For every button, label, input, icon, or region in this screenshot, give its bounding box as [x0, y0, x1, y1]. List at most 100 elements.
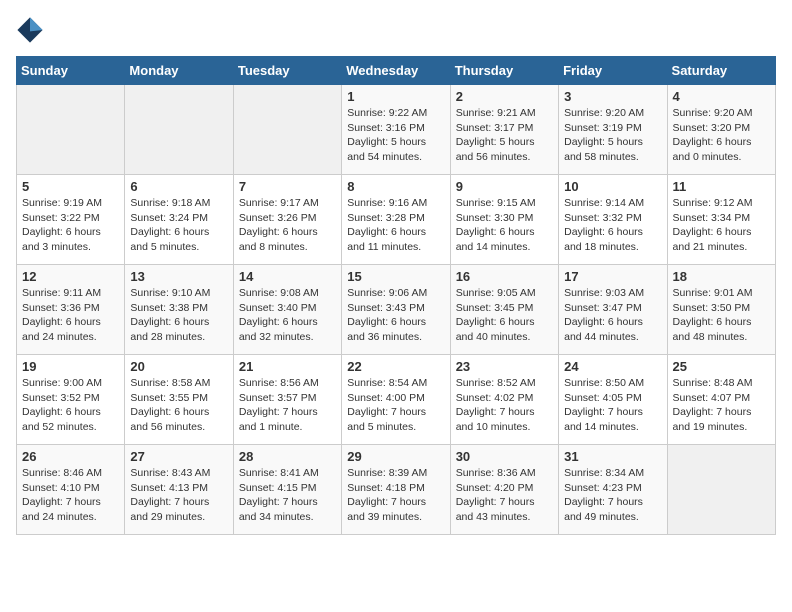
day-number: 19	[22, 359, 119, 374]
day-info: Sunrise: 9:03 AM Sunset: 3:47 PM Dayligh…	[564, 286, 661, 345]
day-cell: 12 Sunrise: 9:11 AM Sunset: 3:36 PM Dayli…	[17, 265, 125, 355]
week-row-4: 19 Sunrise: 9:00 AM Sunset: 3:52 PM Dayli…	[17, 355, 776, 445]
day-info: Sunrise: 9:22 AM Sunset: 3:16 PM Dayligh…	[347, 106, 444, 165]
col-header-friday: Friday	[559, 57, 667, 85]
col-header-saturday: Saturday	[667, 57, 775, 85]
day-info: Sunrise: 8:36 AM Sunset: 4:20 PM Dayligh…	[456, 466, 553, 525]
day-number: 28	[239, 449, 336, 464]
day-cell	[17, 85, 125, 175]
day-info: Sunrise: 9:17 AM Sunset: 3:26 PM Dayligh…	[239, 196, 336, 255]
day-cell: 20 Sunrise: 8:58 AM Sunset: 3:55 PM Dayli…	[125, 355, 233, 445]
day-info: Sunrise: 9:21 AM Sunset: 3:17 PM Dayligh…	[456, 106, 553, 165]
col-header-monday: Monday	[125, 57, 233, 85]
day-cell: 3 Sunrise: 9:20 AM Sunset: 3:19 PM Daylig…	[559, 85, 667, 175]
week-row-5: 26Sunrise: 8:46 AM Sunset: 4:10 PM Dayli…	[17, 445, 776, 535]
day-info: Sunrise: 8:56 AM Sunset: 3:57 PM Dayligh…	[239, 376, 336, 435]
week-row-1: 1 Sunrise: 9:22 AM Sunset: 3:16 PM Daylig…	[17, 85, 776, 175]
day-cell: 16 Sunrise: 9:05 AM Sunset: 3:45 PM Dayli…	[450, 265, 558, 355]
day-cell: 2 Sunrise: 9:21 AM Sunset: 3:17 PM Daylig…	[450, 85, 558, 175]
day-cell: 27 Sunrise: 8:43 AM Sunset: 4:13 PM Dayli…	[125, 445, 233, 535]
day-info: Sunrise: 9:20 AM Sunset: 3:19 PM Dayligh…	[564, 106, 661, 165]
week-row-3: 12 Sunrise: 9:11 AM Sunset: 3:36 PM Dayli…	[17, 265, 776, 355]
day-cell: 22 Sunrise: 8:54 AM Sunset: 4:00 PM Dayli…	[342, 355, 450, 445]
day-info: Sunrise: 9:18 AM Sunset: 3:24 PM Dayligh…	[130, 196, 227, 255]
day-number: 9	[456, 179, 553, 194]
header-row: SundayMondayTuesdayWednesdayThursdayFrid…	[17, 57, 776, 85]
calendar-table: SundayMondayTuesdayWednesdayThursdayFrid…	[16, 56, 776, 535]
day-cell	[125, 85, 233, 175]
day-cell: 29 Sunrise: 8:39 AM Sunset: 4:18 PM Dayli…	[342, 445, 450, 535]
day-number: 12	[22, 269, 119, 284]
day-cell: 21 Sunrise: 8:56 AM Sunset: 3:57 PM Dayli…	[233, 355, 341, 445]
week-row-2: 5 Sunrise: 9:19 AM Sunset: 3:22 PM Daylig…	[17, 175, 776, 265]
day-info: Sunrise: 8:39 AM Sunset: 4:18 PM Dayligh…	[347, 466, 444, 525]
day-cell: 18Sunrise: 9:01 AM Sunset: 3:50 PM Dayli…	[667, 265, 775, 355]
day-cell: 25 Sunrise: 8:48 AM Sunset: 4:07 PM Dayli…	[667, 355, 775, 445]
day-cell: 31 Sunrise: 8:34 AM Sunset: 4:23 PM Dayli…	[559, 445, 667, 535]
day-number: 14	[239, 269, 336, 284]
logo-icon	[16, 16, 44, 44]
day-info: Sunrise: 8:52 AM Sunset: 4:02 PM Dayligh…	[456, 376, 553, 435]
day-number: 1	[347, 89, 444, 104]
day-cell	[667, 445, 775, 535]
day-cell: 15 Sunrise: 9:06 AM Sunset: 3:43 PM Dayli…	[342, 265, 450, 355]
day-cell: 7 Sunrise: 9:17 AM Sunset: 3:26 PM Daylig…	[233, 175, 341, 265]
day-number: 29	[347, 449, 444, 464]
day-info: Sunrise: 9:20 AM Sunset: 3:20 PM Dayligh…	[673, 106, 770, 165]
day-number: 24	[564, 359, 661, 374]
logo	[16, 16, 46, 44]
day-info: Sunrise: 9:11 AM Sunset: 3:36 PM Dayligh…	[22, 286, 119, 345]
day-number: 20	[130, 359, 227, 374]
day-info: Sunrise: 9:08 AM Sunset: 3:40 PM Dayligh…	[239, 286, 336, 345]
day-cell: 13Sunrise: 9:10 AM Sunset: 3:38 PM Dayli…	[125, 265, 233, 355]
day-number: 31	[564, 449, 661, 464]
day-info: Sunrise: 9:05 AM Sunset: 3:45 PM Dayligh…	[456, 286, 553, 345]
day-cell: 5 Sunrise: 9:19 AM Sunset: 3:22 PM Daylig…	[17, 175, 125, 265]
day-cell: 19 Sunrise: 9:00 AM Sunset: 3:52 PM Dayli…	[17, 355, 125, 445]
day-number: 17	[564, 269, 661, 284]
day-cell: 28Sunrise: 8:41 AM Sunset: 4:15 PM Dayli…	[233, 445, 341, 535]
day-number: 21	[239, 359, 336, 374]
day-info: Sunrise: 9:01 AM Sunset: 3:50 PM Dayligh…	[673, 286, 770, 345]
day-info: Sunrise: 8:34 AM Sunset: 4:23 PM Dayligh…	[564, 466, 661, 525]
day-number: 10	[564, 179, 661, 194]
day-info: Sunrise: 8:48 AM Sunset: 4:07 PM Dayligh…	[673, 376, 770, 435]
day-info: Sunrise: 9:16 AM Sunset: 3:28 PM Dayligh…	[347, 196, 444, 255]
col-header-sunday: Sunday	[17, 57, 125, 85]
day-info: Sunrise: 9:06 AM Sunset: 3:43 PM Dayligh…	[347, 286, 444, 345]
day-cell: 23Sunrise: 8:52 AM Sunset: 4:02 PM Dayli…	[450, 355, 558, 445]
day-number: 7	[239, 179, 336, 194]
day-number: 25	[673, 359, 770, 374]
day-cell: 9Sunrise: 9:15 AM Sunset: 3:30 PM Daylig…	[450, 175, 558, 265]
col-header-thursday: Thursday	[450, 57, 558, 85]
day-number: 3	[564, 89, 661, 104]
day-cell: 30 Sunrise: 8:36 AM Sunset: 4:20 PM Dayli…	[450, 445, 558, 535]
day-number: 15	[347, 269, 444, 284]
day-info: Sunrise: 9:19 AM Sunset: 3:22 PM Dayligh…	[22, 196, 119, 255]
day-number: 6	[130, 179, 227, 194]
day-info: Sunrise: 9:00 AM Sunset: 3:52 PM Dayligh…	[22, 376, 119, 435]
day-cell: 6 Sunrise: 9:18 AM Sunset: 3:24 PM Daylig…	[125, 175, 233, 265]
day-number: 22	[347, 359, 444, 374]
day-info: Sunrise: 8:54 AM Sunset: 4:00 PM Dayligh…	[347, 376, 444, 435]
day-cell: 17 Sunrise: 9:03 AM Sunset: 3:47 PM Dayli…	[559, 265, 667, 355]
day-cell: 1 Sunrise: 9:22 AM Sunset: 3:16 PM Daylig…	[342, 85, 450, 175]
day-number: 16	[456, 269, 553, 284]
day-number: 4	[673, 89, 770, 104]
day-cell: 8 Sunrise: 9:16 AM Sunset: 3:28 PM Daylig…	[342, 175, 450, 265]
col-header-tuesday: Tuesday	[233, 57, 341, 85]
day-info: Sunrise: 9:14 AM Sunset: 3:32 PM Dayligh…	[564, 196, 661, 255]
day-cell: 11 Sunrise: 9:12 AM Sunset: 3:34 PM Dayli…	[667, 175, 775, 265]
day-cell: 4 Sunrise: 9:20 AM Sunset: 3:20 PM Daylig…	[667, 85, 775, 175]
day-cell: 24Sunrise: 8:50 AM Sunset: 4:05 PM Dayli…	[559, 355, 667, 445]
day-number: 27	[130, 449, 227, 464]
day-number: 8	[347, 179, 444, 194]
day-number: 11	[673, 179, 770, 194]
day-number: 30	[456, 449, 553, 464]
day-number: 2	[456, 89, 553, 104]
day-number: 5	[22, 179, 119, 194]
day-info: Sunrise: 8:43 AM Sunset: 4:13 PM Dayligh…	[130, 466, 227, 525]
day-info: Sunrise: 8:58 AM Sunset: 3:55 PM Dayligh…	[130, 376, 227, 435]
day-cell: 26Sunrise: 8:46 AM Sunset: 4:10 PM Dayli…	[17, 445, 125, 535]
day-info: Sunrise: 9:12 AM Sunset: 3:34 PM Dayligh…	[673, 196, 770, 255]
